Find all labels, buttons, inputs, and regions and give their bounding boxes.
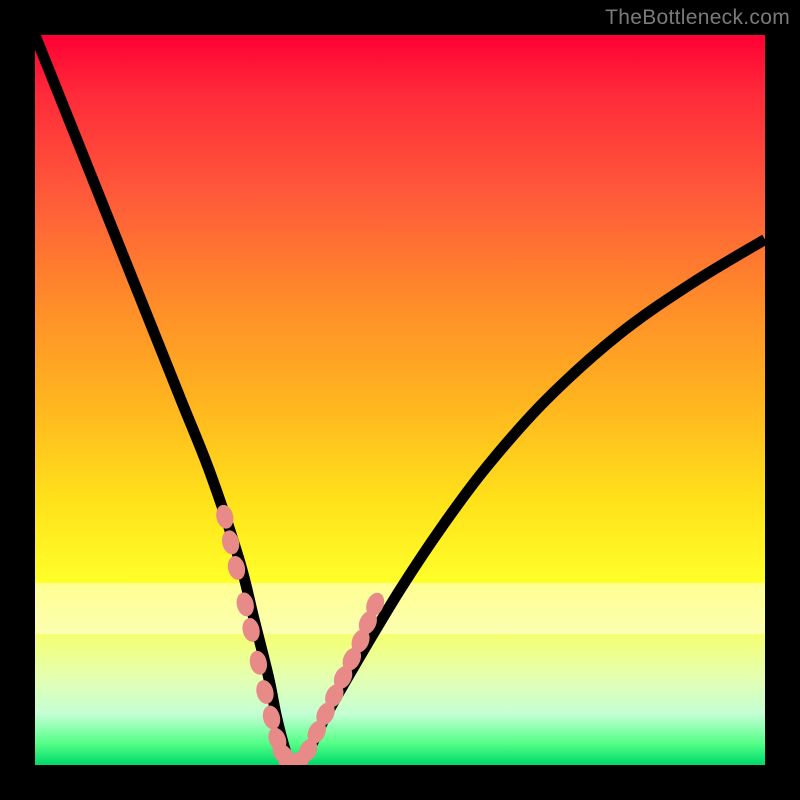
plot-area [35,35,765,765]
curve-layer [35,35,765,765]
chart-frame: TheBottleneck.com [0,0,800,800]
watermark-text: TheBottleneck.com [605,6,790,30]
curve-marker [216,505,233,528]
bottleneck-curve [35,35,765,765]
marker-group [216,505,385,765]
